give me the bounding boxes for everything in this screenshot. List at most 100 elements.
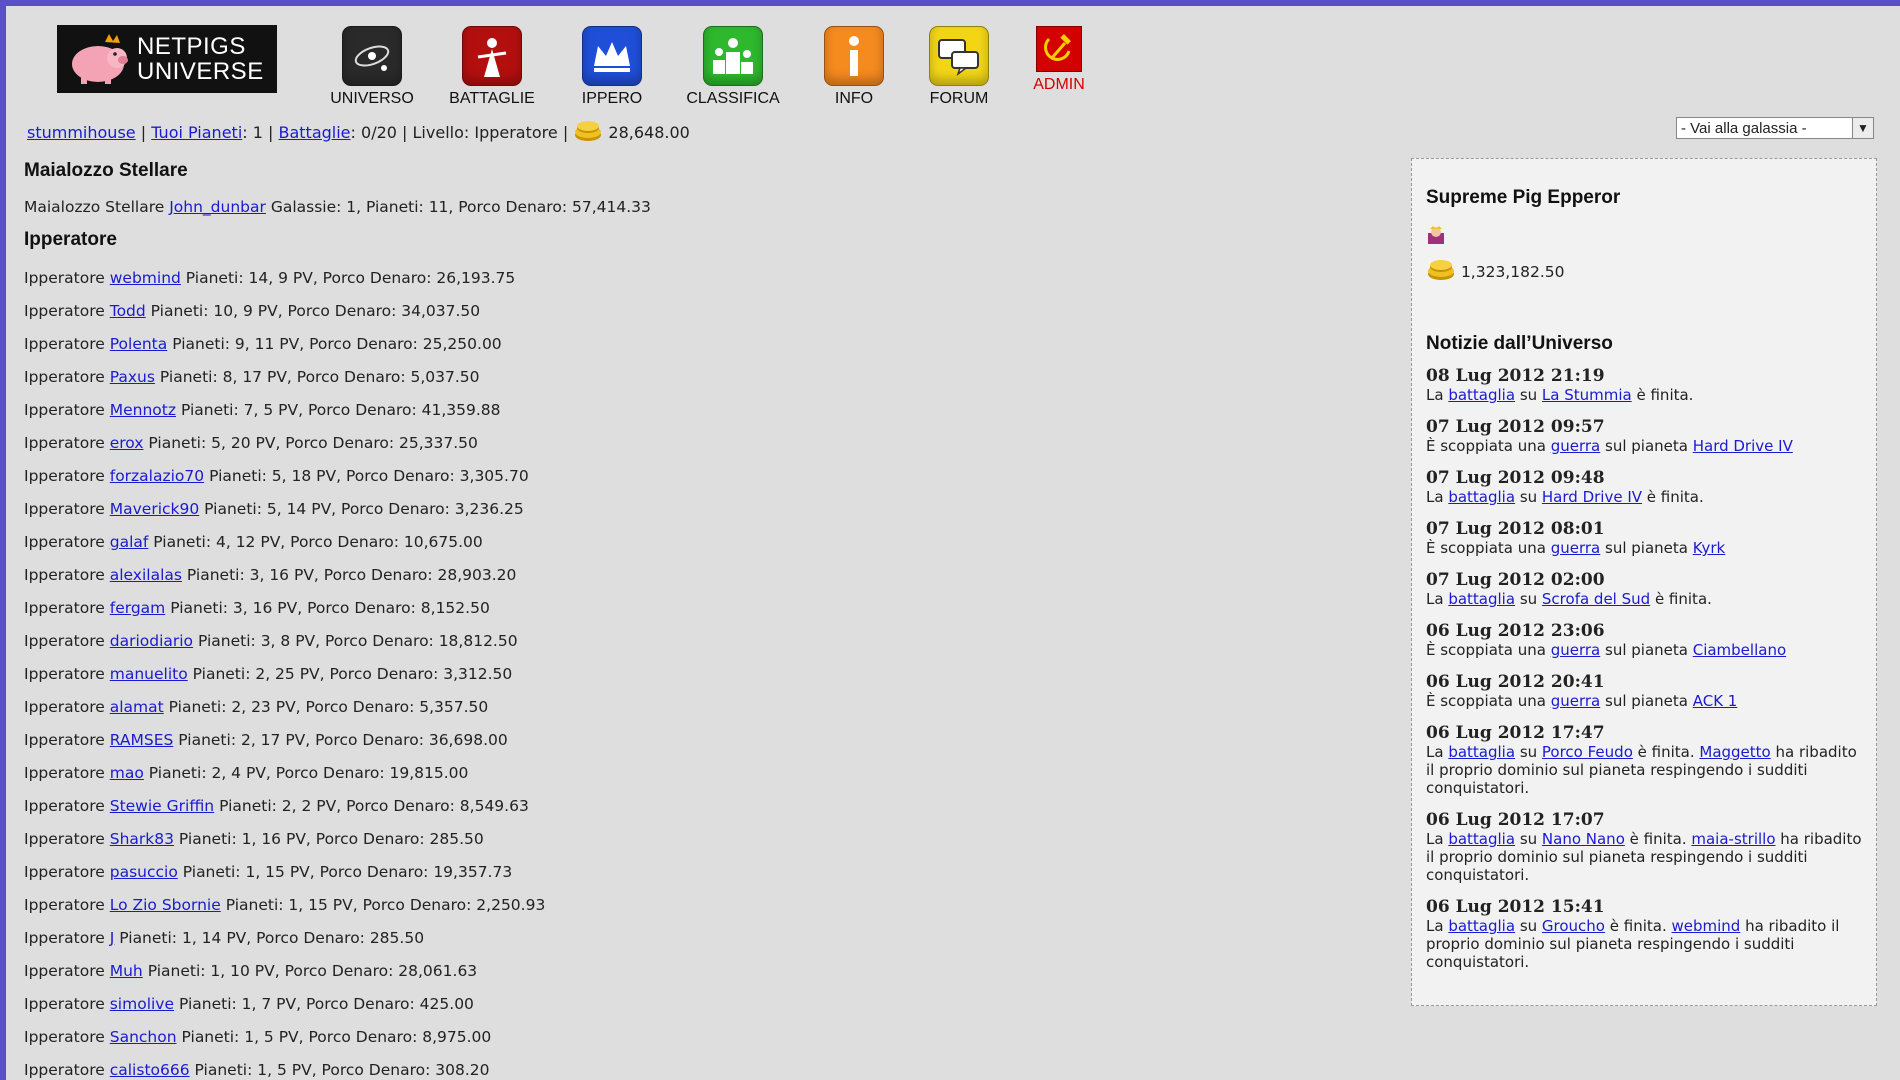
player-link[interactable]: mao [110,764,144,782]
player-link[interactable]: alamat [110,698,164,716]
player-link[interactable]: Polenta [110,335,168,353]
row-stats: Pianeti: 8, 17 PV, Porco Denaro: 5,037.5… [159,368,480,386]
ipperatore-row: Ipperatore erox Pianeti: 5, 20 PV, Porco… [24,432,1174,465]
nav-admin[interactable]: ADMIN [1004,26,1114,94]
news-text: è finita. [1642,488,1704,506]
row-prefix: Ipperatore [24,797,105,815]
netpigs-logo[interactable]: NETPIGS UNIVERSE [57,25,277,93]
row-stats: Pianeti: 2, 2 PV, Porco Denaro: 8,549.63 [219,797,529,815]
brand-line-2: UNIVERSE [137,58,264,85]
player-link[interactable]: pasuccio [110,863,178,881]
news-link[interactable]: guerra [1551,641,1601,659]
player-link[interactable]: webmind [110,269,181,287]
news-link[interactable]: battaglia [1448,590,1515,608]
row-stats: Pianeti: 4, 12 PV, Porco Denaro: 10,675.… [153,533,483,551]
player-link[interactable]: Lo Zio Sbornie [110,896,221,914]
player-link[interactable]: Todd [110,302,146,320]
player-link[interactable]: alexilalas [110,566,182,584]
ipperatore-row: Ipperatore Lo Zio Sbornie Pianeti: 1, 15… [24,894,1174,927]
nav-classifica[interactable]: CLASSIFICA [678,26,788,108]
ipperatore-row: Ipperatore mao Pianeti: 2, 4 PV, Porco D… [24,762,1174,795]
news-date: 06 Lug 2012 15:41 [1426,897,1605,917]
row-stats: Pianeti: 3, 8 PV, Porco Denaro: 18,812.5… [197,632,518,650]
news-link[interactable]: guerra [1551,539,1601,557]
player-link[interactable]: Shark83 [110,830,174,848]
news-link[interactable]: battaglia [1448,488,1515,506]
status-bar: stummihouse | Tuoi Pianeti: 1 | Battagli… [27,120,690,142]
news-text: su [1515,386,1542,404]
news-link[interactable]: webmind [1671,917,1740,935]
news-link[interactable]: Hard Drive IV [1693,437,1793,455]
news-link[interactable]: La Stummia [1542,386,1632,404]
news-list: 08 Lug 2012 21:19 La battaglia su La Stum… [1426,367,1862,972]
player-link[interactable]: RAMSES [110,731,174,749]
ipperatore-row: Ipperatore fergam Pianeti: 3, 16 PV, Por… [24,597,1174,630]
player-link[interactable]: Sanchon [110,1028,177,1046]
news-link[interactable]: guerra [1551,692,1601,710]
news-text: È scoppiata una [1426,437,1551,455]
news-link[interactable]: Maggetto [1699,743,1770,761]
row-stats: Pianeti: 1, 14 PV, Porco Denaro: 285.50 [119,929,425,947]
player-link[interactable]: J [110,929,115,947]
player-link[interactable]: Maverick90 [110,500,199,518]
coins-icon [575,121,602,141]
ipperatore-row: Ipperatore Muh Pianeti: 1, 10 PV, Porco … [24,960,1174,993]
row-prefix: Ipperatore [24,533,105,551]
news-link[interactable]: battaglia [1448,830,1515,848]
emperor-avatar-icon [1428,226,1444,244]
player-link[interactable]: simolive [110,995,174,1013]
user-link[interactable]: stummihouse [27,123,136,142]
ipperatore-row: Ipperatore dariodiario Pianeti: 3, 8 PV,… [24,630,1174,663]
news-link[interactable]: Scrofa del Sud [1542,590,1650,608]
ipperatore-row: Ipperatore Sanchon Pianeti: 1, 5 PV, Por… [24,1026,1174,1059]
chevron-down-icon[interactable]: ▼ [1852,118,1873,138]
player-link[interactable]: manuelito [110,665,188,683]
news-text: sul pianeta [1600,692,1693,710]
player-link[interactable]: Muh [110,962,143,980]
row-stats: Pianeti: 1, 15 PV, Porco Denaro: 2,250.9… [225,896,546,914]
player-link[interactable]: galaf [110,533,149,551]
player-link[interactable]: Paxus [110,368,155,386]
news-link[interactable]: Ciambellano [1693,641,1786,659]
row-stats: Pianeti: 2, 25 PV, Porco Denaro: 3,312.5… [192,665,513,683]
player-link[interactable]: John_dunbar [169,198,266,216]
row-stats: Pianeti: 1, 15 PV, Porco Denaro: 19,357.… [182,863,513,881]
news-link[interactable]: maia-strillo [1691,830,1775,848]
battle-icon [462,26,522,86]
news-link[interactable]: ACK 1 [1693,692,1738,710]
player-link[interactable]: fergam [110,599,166,617]
news-link[interactable]: Kyrk [1693,539,1725,557]
nav-forum[interactable]: FORUM [904,26,1014,108]
news-text: sul pianeta [1600,539,1693,557]
player-link[interactable]: calisto666 [110,1061,190,1079]
battles-link[interactable]: Battaglie [279,123,351,142]
player-link[interactable]: forzalazio70 [110,467,204,485]
row-prefix: Ipperatore [24,368,105,386]
nav-universo[interactable]: UNIVERSO [317,26,427,108]
news-link[interactable]: Nano Nano [1542,830,1625,848]
player-link[interactable]: Mennotz [110,401,176,419]
news-link[interactable]: battaglia [1448,743,1515,761]
row-prefix: Ipperatore [24,863,105,881]
nav-label: IPPERO [581,90,643,107]
news-link[interactable]: Porco Feudo [1542,743,1633,761]
player-link[interactable]: Stewie Griffin [110,797,214,815]
news-text: La [1426,743,1449,761]
news-link[interactable]: Groucho [1542,917,1605,935]
news-text: è finita. [1624,830,1692,848]
player-link[interactable]: dariodiario [110,632,193,650]
emperor-avatar [1426,225,1862,249]
news-text: su [1515,917,1542,935]
nav-info[interactable]: INFO [799,26,909,108]
player-link[interactable]: erox [110,434,144,452]
news-link[interactable]: battaglia [1448,386,1515,404]
planets-link[interactable]: Tuoi Pianeti [151,123,242,142]
nav-battaglie[interactable]: BATTAGLIE [437,26,547,108]
news-link[interactable]: Hard Drive IV [1542,488,1642,506]
nav-ippero[interactable]: IPPERO [557,26,667,108]
news-item: 08 Lug 2012 21:19 La battaglia su La Stum… [1426,367,1862,405]
galaxy-select[interactable]: - Vai alla galassia - ▼ [1676,117,1874,139]
news-date: 07 Lug 2012 08:01 [1426,519,1605,539]
news-link[interactable]: battaglia [1448,917,1515,935]
news-link[interactable]: guerra [1551,437,1601,455]
